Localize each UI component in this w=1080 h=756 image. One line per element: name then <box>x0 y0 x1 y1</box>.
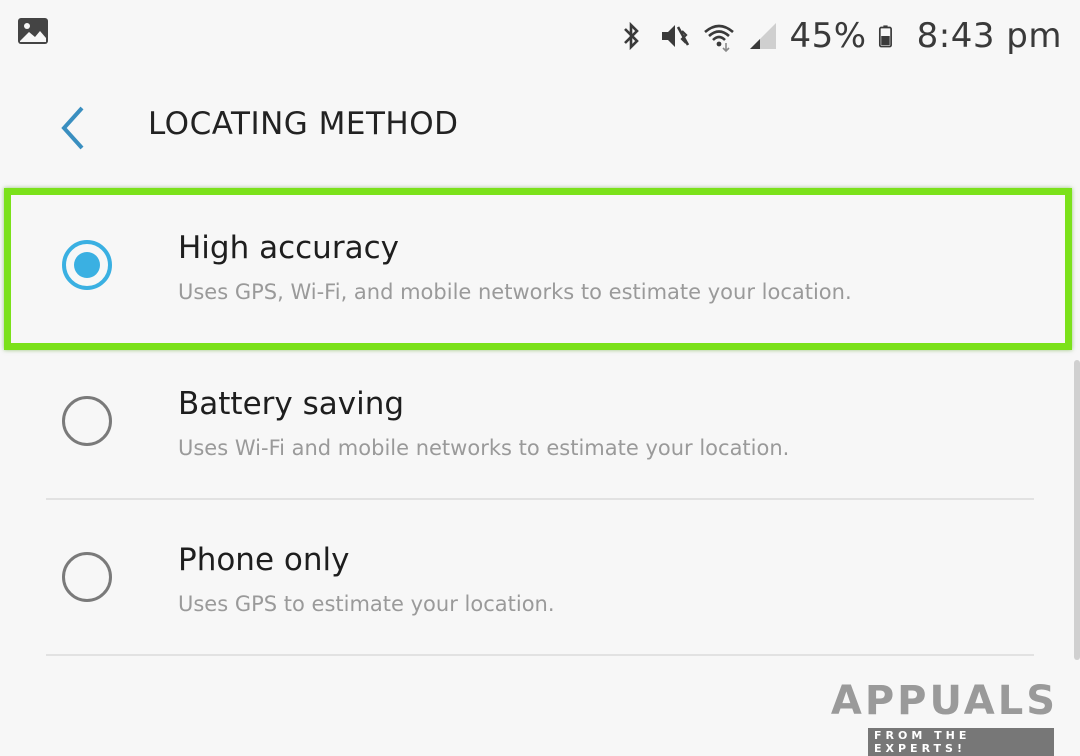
gallery-icon <box>18 18 48 44</box>
option-battery-saving[interactable]: Battery saving Uses Wi-Fi and mobile net… <box>0 344 1080 500</box>
wifi-icon <box>703 24 734 53</box>
highlight-annotation <box>4 188 1072 350</box>
locating-method-options: High accuracy Uses GPS, Wi-Fi, and mobil… <box>0 188 1080 656</box>
option-phone-only[interactable]: Phone only Uses GPS to estimate your loc… <box>0 500 1080 656</box>
radio-button[interactable] <box>62 396 112 446</box>
signal-icon <box>749 23 776 49</box>
option-description: Uses GPS to estimate your location. <box>178 592 555 616</box>
option-title: Battery saving <box>178 386 405 422</box>
option-high-accuracy[interactable]: High accuracy Uses GPS, Wi-Fi, and mobil… <box>0 188 1080 350</box>
option-title: Phone only <box>178 542 350 578</box>
option-title: High accuracy <box>178 230 399 266</box>
watermark-tagline: FROM THE EXPERTS! <box>868 728 1054 756</box>
status-icons: 45% 8:43 pm <box>614 8 1062 64</box>
status-bar: 45% 8:43 pm <box>0 0 1080 72</box>
battery-percent: 45% <box>789 16 867 56</box>
option-description: Uses Wi-Fi and mobile networks to estima… <box>178 436 790 460</box>
divider <box>46 654 1034 656</box>
chevron-left-icon[interactable] <box>50 102 94 154</box>
battery-icon <box>878 25 892 48</box>
radio-button-selected[interactable] <box>62 240 112 290</box>
option-description: Uses GPS, Wi-Fi, and mobile networks to … <box>178 280 852 304</box>
clock: 8:43 pm <box>916 16 1062 56</box>
vibrate-icon <box>661 25 689 47</box>
page-title: LOCATING METHOD <box>148 106 459 142</box>
watermark-logo: APPUALS FROM THE EXPERTS! <box>831 674 1068 756</box>
radio-button[interactable] <box>62 552 112 602</box>
app-header: LOCATING METHOD <box>0 72 1080 182</box>
watermark-brand: APPUALS <box>830 678 1058 724</box>
scrollbar[interactable] <box>1074 360 1080 660</box>
bluetooth-icon <box>623 21 639 51</box>
